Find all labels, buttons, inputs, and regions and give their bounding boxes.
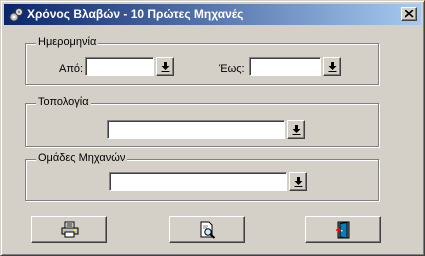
machine-groups-field[interactable] — [109, 172, 287, 191]
title-bar[interactable]: Χρόνος Βλαβών - 10 Πρώτες Μηχανές — [4, 4, 421, 25]
topology-dropdown-button[interactable] — [287, 120, 305, 139]
print-button[interactable] — [31, 216, 107, 243]
close-icon — [405, 10, 414, 18]
exit-button[interactable] — [305, 216, 381, 243]
gears-icon — [8, 7, 24, 23]
down-arrow-icon — [328, 62, 337, 72]
print-preview-button[interactable] — [169, 216, 245, 243]
machine-groups-dropdown-button[interactable] — [289, 172, 307, 191]
exit-door-icon — [336, 221, 350, 239]
printer-icon — [61, 221, 79, 238]
to-date-label: Έως: — [219, 63, 245, 75]
machine-groups-legend: Ομάδες Μηχανών — [36, 152, 128, 164]
topology-group-legend: Τοπολογία — [36, 96, 91, 108]
report-window: Χρόνος Βλαβών - 10 Πρώτες Μηχανές Ημερομ… — [0, 0, 425, 256]
window-title: Χρόνος Βλαβών - 10 Πρώτες Μηχανές — [27, 7, 244, 21]
down-arrow-icon — [294, 177, 303, 187]
from-date-field[interactable] — [85, 57, 154, 76]
close-button[interactable] — [401, 7, 417, 21]
from-date-dropdown-button[interactable] — [156, 57, 174, 76]
to-date-dropdown-button[interactable] — [323, 57, 341, 76]
date-group-legend: Ημερομηνία — [36, 36, 99, 48]
from-date-label: Από: — [59, 63, 84, 75]
down-arrow-icon — [292, 125, 301, 135]
to-date-field[interactable] — [249, 57, 321, 76]
topology-field[interactable] — [107, 120, 285, 139]
down-arrow-icon — [161, 62, 170, 72]
print-preview-icon — [200, 221, 216, 239]
